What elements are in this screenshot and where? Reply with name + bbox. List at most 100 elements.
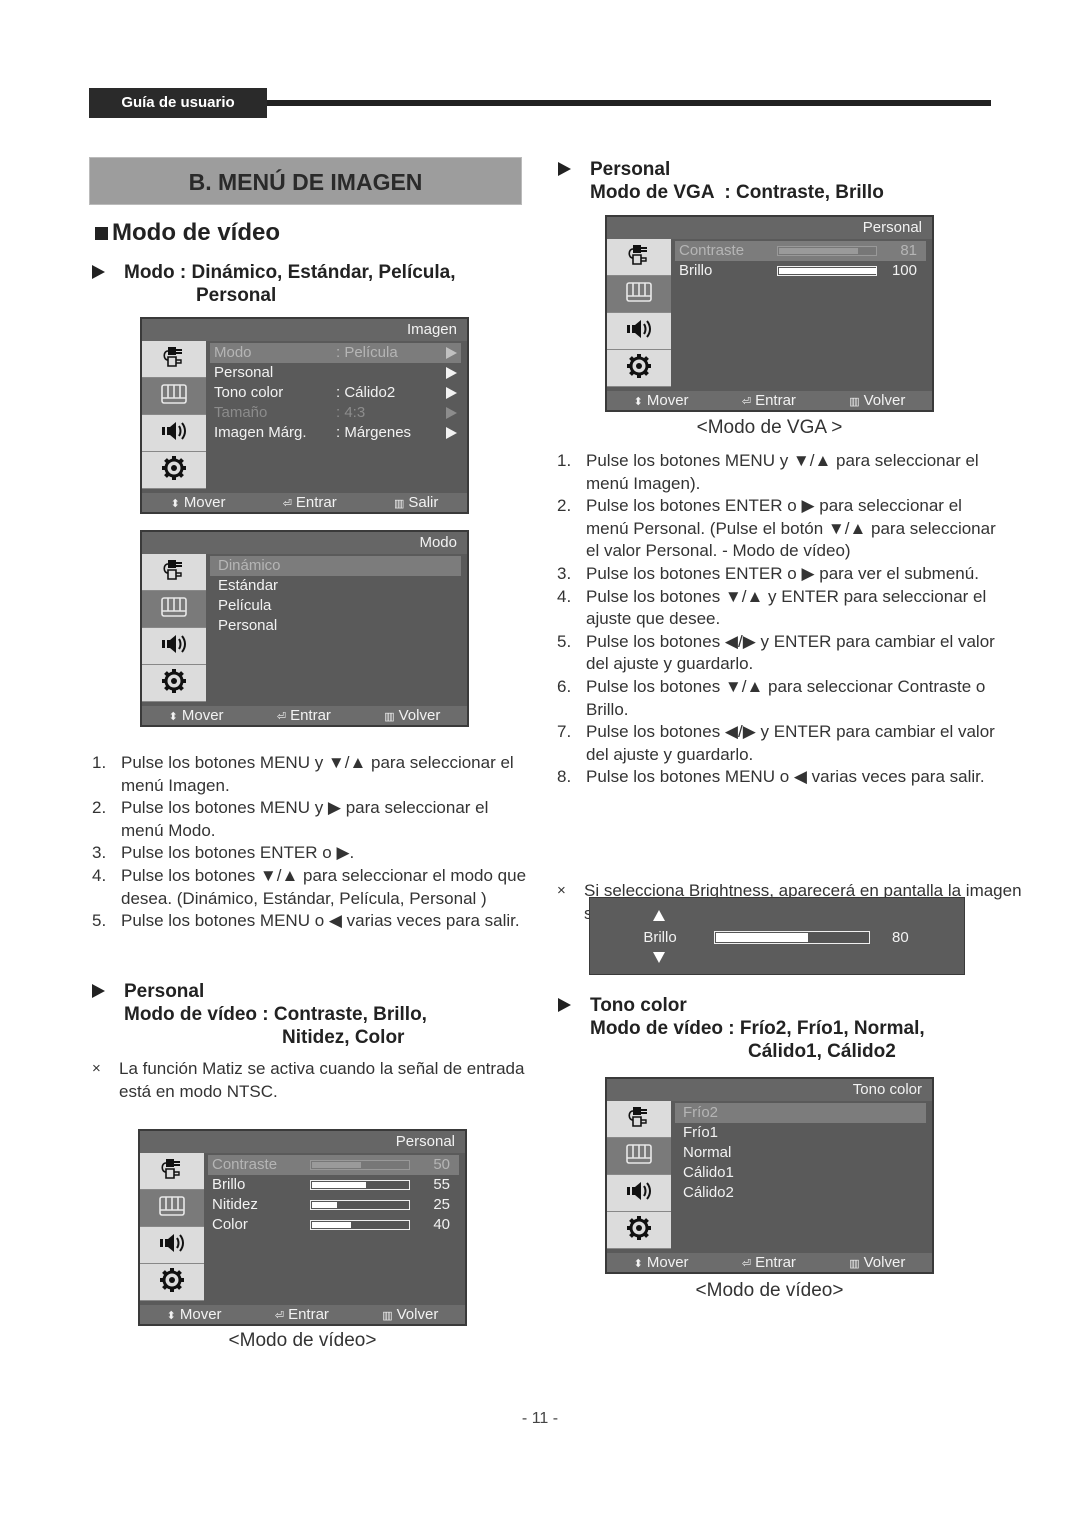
footer-enter-hint: ⏎ Entrar [742, 1254, 796, 1271]
slider-label: Brillo [212, 1176, 246, 1193]
osd-sidebar-input-button[interactable] [607, 1101, 671, 1138]
osd-sidebar [140, 1153, 204, 1301]
osd-option[interactable]: Personal [210, 616, 461, 636]
osd-slider-row[interactable]: Contraste 81 [675, 241, 926, 261]
osd-sidebar-input-button[interactable] [607, 239, 671, 276]
osd-sidebar-setup-gear-button[interactable] [607, 1212, 671, 1249]
footer-enter-hint: ⏎ Entrar [277, 707, 331, 724]
menu-icon: ▥ [384, 711, 395, 723]
slider-bar[interactable] [777, 246, 877, 256]
step-number: 1. [557, 451, 572, 470]
osd-slider-row[interactable]: Brillo 55 [208, 1175, 459, 1195]
triangle-bullet-icon [92, 265, 105, 279]
osd-title: Personal [140, 1131, 465, 1153]
slider-bar[interactable] [310, 1180, 410, 1190]
menu-item-label: Tono color [214, 384, 284, 401]
triangle-bullet-icon [558, 162, 571, 176]
osd-slider-row[interactable]: Color 40 [208, 1215, 459, 1235]
osd-sidebar-sound-button[interactable] [142, 415, 206, 452]
osd-sidebar-sound-button[interactable] [607, 313, 671, 350]
osd-sidebar-picture-button[interactable] [607, 276, 671, 313]
footer-back-hint: ▥ Volver [382, 1306, 438, 1323]
osd-sidebar-setup-gear-button[interactable] [140, 1264, 204, 1301]
footer-back-label: Volver [863, 1254, 906, 1271]
osd-sidebar-picture-button[interactable] [142, 591, 206, 628]
slider-label: Brillo [679, 262, 713, 279]
osd-sidebar-setup-gear-button[interactable] [142, 452, 206, 489]
osd-sidebar-setup-gear-button[interactable] [607, 350, 671, 387]
step-item: 5. Pulse los botones MENU o ◀ varias vece… [92, 910, 532, 933]
slider-value: 50 [433, 1156, 450, 1173]
step-text: Pulse los botones MENU y ▼/▲ para selecc… [121, 753, 514, 795]
updown-arrows-icon: ⬍ [166, 1310, 176, 1322]
chevron-right-icon [446, 367, 457, 379]
osd-sidebar-sound-button[interactable] [607, 1175, 671, 1212]
footer-enter-label: Entrar [288, 1306, 329, 1323]
osd-slider-row[interactable]: Nitidez 25 [208, 1195, 459, 1215]
osd-menu-item[interactable]: Personal [210, 363, 461, 383]
setup-gear-icon [159, 1267, 185, 1297]
footer-enter-hint: ⏎ Entrar [742, 392, 796, 409]
osd-option[interactable]: Cálido2 [675, 1183, 926, 1203]
square-bullet-icon [95, 227, 108, 240]
step-text: Pulse los botones ▼/▲ y ENTER para selec… [586, 586, 987, 629]
step-item: 5. Pulse los botones ◀/▶ y ENTER para cam… [557, 631, 997, 676]
osd-sidebar-input-button[interactable] [140, 1153, 204, 1190]
step-item: 4. Pulse los botones ▼/▲ para seleccionar… [92, 865, 532, 910]
brillo-label: Brillo [643, 929, 677, 946]
osd-sidebar-sound-button[interactable] [140, 1227, 204, 1264]
osd-menu-item[interactable]: Modo: Película [210, 343, 461, 363]
picture-icon [160, 596, 188, 622]
osd-modo-menu: Modo Dinámico Estándar Película Personal ⬍ M… [140, 530, 469, 727]
subheading-line: Personal [124, 981, 205, 1002]
osd-menu-item[interactable]: Tono color: Cálido2 [210, 383, 461, 403]
slider-bar[interactable] [310, 1160, 410, 1170]
osd-option[interactable]: Frío2 [675, 1103, 926, 1123]
step-text: Pulse los botones ▼/▲ para seleccionar e… [121, 865, 527, 908]
osd-sidebar-input-button[interactable] [142, 341, 206, 378]
osd-option[interactable]: Película [210, 596, 461, 616]
osd-sidebar-picture-button[interactable] [607, 1138, 671, 1175]
osd-slider-row[interactable]: Contraste 50 [208, 1155, 459, 1175]
osd-option[interactable]: Frío1 [675, 1123, 926, 1143]
step-number: 3. [557, 563, 572, 583]
osd-option[interactable]: Normal [675, 1143, 926, 1163]
chevron-right-icon [446, 387, 457, 399]
osd-sidebar-sound-button[interactable] [142, 628, 206, 665]
step-number: 1. [92, 753, 107, 772]
caption-tono-color: <Modo de vídeo> [695, 1280, 844, 1301]
osd-option[interactable]: Cálido1 [675, 1163, 926, 1183]
osd-imagen-menu: Imagen Modo: Película Personal Tono color:… [140, 317, 469, 514]
brillo-slider[interactable] [714, 931, 870, 944]
step-item: 1. Pulse los botones MENU y ▼/▲ para sele… [92, 752, 532, 797]
step-number: 8. [557, 767, 572, 787]
osd-slider-row[interactable]: Brillo 100 [675, 261, 926, 281]
enter-icon: ⏎ [282, 498, 292, 510]
down-arrow-icon [653, 952, 665, 963]
caption-vga-mode: <Modo de VGA > [696, 417, 843, 438]
osd-footer: ⬍ Mover ⏎ Entrar ▥ Volver [607, 391, 932, 410]
osd-tono-color-menu: Tono color Frío2 Frío1 Normal Cálido1 Cálido… [605, 1077, 934, 1274]
osd-title: Tono color [607, 1079, 932, 1101]
updown-arrows-icon: ⬍ [633, 396, 643, 408]
osd-option[interactable]: Dinámico [210, 556, 461, 576]
input-icon [159, 557, 189, 587]
osd-personal-video-menu: Personal Contraste 50 Brillo 55 Nitidez 25 Col… [138, 1129, 467, 1326]
slider-bar[interactable] [310, 1200, 410, 1210]
step-item: 3. Pulse los botones ENTER o ▶ para ver e… [557, 563, 997, 586]
slider-bar[interactable] [310, 1220, 410, 1230]
updown-arrows-icon: ⬍ [170, 498, 180, 510]
osd-sidebar-picture-button[interactable] [140, 1190, 204, 1227]
slider-bar[interactable] [777, 266, 877, 276]
step-number: 4. [557, 586, 572, 606]
osd-option[interactable]: Estándar [210, 576, 461, 596]
osd-sidebar-setup-gear-button[interactable] [142, 665, 206, 702]
footer-move-label: Mover [646, 1254, 689, 1271]
osd-sidebar-picture-button[interactable] [142, 378, 206, 415]
osd-sidebar-input-button[interactable] [142, 554, 206, 591]
slider-label: Contraste [679, 242, 745, 259]
menu-item-value: : 4:3 [336, 404, 366, 421]
footer-enter-label: Entrar [290, 707, 331, 724]
osd-menu-item[interactable]: Imagen Márg.: Márgenes [210, 423, 461, 443]
menu-icon: ▥ [393, 498, 405, 510]
